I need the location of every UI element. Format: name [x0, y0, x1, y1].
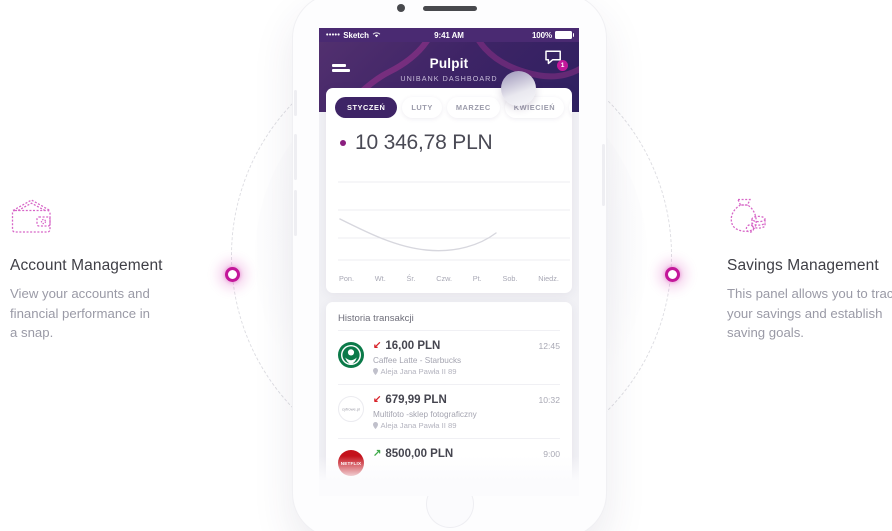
feature-title: Account Management	[10, 257, 163, 274]
chart-tick-2: Śr.	[406, 274, 416, 283]
transaction-body: ↙ 679,99 PLN Multifoto -sklep fotografic…	[364, 394, 538, 430]
transaction-amount: 16,00 PLN	[385, 340, 441, 352]
balance-card: STYCZEŃ LUTY MARZEC KWIECIEŃ MAJ 10 346,…	[326, 71, 572, 293]
arrow-down-left-icon: ↙	[373, 394, 382, 405]
chart-tick-5: Sob.	[502, 274, 518, 283]
cyfrowe-pl-logo: cyfrowe.pl	[338, 396, 364, 422]
phone-silent-switch[interactable]	[294, 90, 297, 116]
chart-x-axis-labels: Pon. Wt. Śr. Czw. Pt. Sob. Niedz.	[326, 269, 572, 283]
transaction-location: Aleja Jana Pawła II 89	[373, 421, 538, 430]
status-bar-right: 100%	[531, 30, 574, 40]
wallet-icon	[10, 197, 56, 237]
orbit-dot-right[interactable]	[665, 267, 680, 282]
notification-badge: 1	[557, 60, 568, 71]
transaction-description: Multifoto -sklep fotograficzny	[373, 409, 477, 419]
status-bar: ••••• Sketch 9:41 AM 100%	[319, 28, 579, 42]
transaction-amount-line: ↙ 16,00 PLN	[373, 340, 538, 352]
page-root: Account Management View your accounts an…	[0, 0, 892, 531]
arrow-down-left-icon: ↙	[373, 340, 382, 351]
transaction-time: 10:32	[538, 395, 560, 405]
orbit-dot-left[interactable]	[225, 267, 240, 282]
transaction-time: 12:45	[538, 341, 560, 351]
money-bag-icon	[727, 197, 773, 237]
transaction-history-title: Historia transakcji	[338, 313, 414, 324]
page-title: Pulpit	[429, 56, 469, 71]
chart-tick-4: Pt.	[472, 274, 482, 283]
transaction-amount: 679,99 PLN	[385, 394, 447, 406]
month-tab-0[interactable]: STYCZEŃ	[335, 97, 398, 118]
feature-account-management: Account Management View your accounts an…	[10, 197, 210, 343]
phone-power-button[interactable]	[602, 144, 605, 206]
hamburger-menu-icon[interactable]	[332, 64, 350, 72]
phone-screen: ••••• Sketch 9:41 AM 100% Pulpit UNIBANK…	[319, 28, 579, 496]
transaction-location-text: Aleja Jana Pawła II 89	[380, 421, 457, 430]
scroll-knob[interactable]	[501, 71, 536, 106]
balance-bullet-icon	[340, 140, 346, 146]
chart-tick-3: Czw.	[436, 274, 452, 283]
phone-earpiece-speaker	[422, 6, 477, 11]
balance-row: 10 346,78 PLN	[326, 127, 572, 155]
table-row[interactable]: ↙ 16,00 PLN Caffee Latte - Starbucks Ale…	[338, 330, 560, 384]
feature-description: View your accounts and financial perform…	[10, 286, 151, 340]
balance-amount: 10 346,78 PLN	[355, 131, 493, 154]
balance-chart-svg	[338, 181, 570, 261]
chart-line	[339, 218, 497, 252]
phone-volume-up-button[interactable]	[294, 134, 297, 180]
table-row[interactable]: cyfrowe.pl ↙ 679,99 PLN Multifoto -sklep…	[338, 384, 560, 438]
svg-text:cyfrowe.pl: cyfrowe.pl	[342, 407, 360, 412]
chart-tick-0: Pon.	[339, 274, 355, 283]
chart-tick-6: Niedz.	[538, 274, 559, 283]
chart-tick-1: Wt.	[374, 274, 386, 283]
battery-percent-label: 100%	[531, 30, 552, 40]
map-pin-icon	[373, 368, 378, 375]
transaction-amount-line: ↙ 679,99 PLN	[373, 394, 538, 406]
transaction-body: ↙ 16,00 PLN Caffee Latte - Starbucks Ale…	[364, 340, 538, 376]
feature-description: This panel allows you to trac your savin…	[727, 286, 892, 340]
starbucks-logo	[338, 342, 364, 368]
page-subtitle: UNIBANK DASHBOARD	[400, 74, 498, 83]
transaction-description: Caffee Latte - Starbucks	[373, 355, 462, 365]
screen-bottom-fade	[319, 456, 579, 496]
battery-full-icon	[555, 31, 574, 39]
feature-savings-management: Savings Management This panel allows you…	[727, 197, 892, 343]
month-tab-2[interactable]: MARZEC	[446, 97, 500, 118]
chart-gridlines	[338, 181, 570, 261]
phone-volume-down-button[interactable]	[294, 190, 297, 236]
feature-title: Savings Management	[727, 257, 879, 274]
month-tab-4[interactable]: MAJ	[569, 97, 572, 118]
transaction-location: Aleja Jana Pawła II 89	[373, 367, 538, 376]
transaction-location-text: Aleja Jana Pawła II 89	[380, 367, 457, 376]
balance-chart	[338, 165, 570, 269]
month-tab-1[interactable]: LUTY	[402, 97, 442, 118]
phone-mockup: ••••• Sketch 9:41 AM 100% Pulpit UNIBANK…	[293, 0, 606, 531]
map-pin-icon	[373, 422, 378, 429]
phone-front-camera	[397, 4, 405, 12]
chat-bubble-icon[interactable]: 1	[544, 50, 568, 83]
